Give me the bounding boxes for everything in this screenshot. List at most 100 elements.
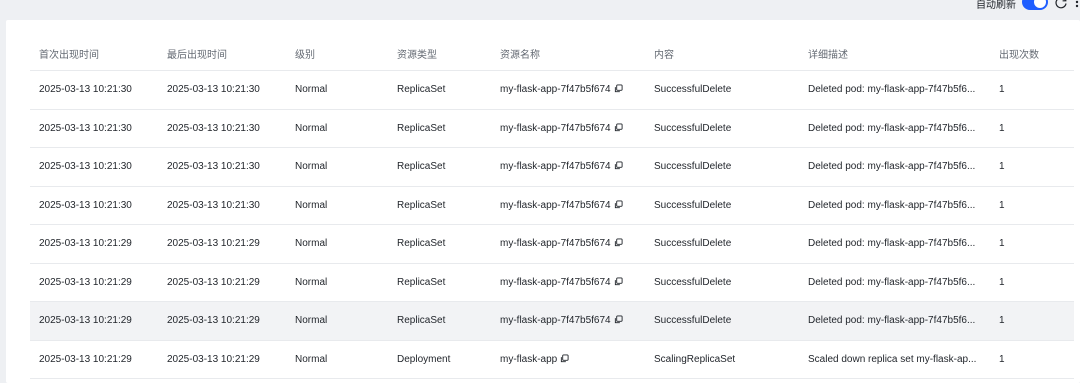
cell-resource-kind: Deployment	[388, 340, 491, 379]
copy-icon[interactable]	[614, 84, 623, 93]
cell-level: Normal	[286, 186, 388, 225]
column-header-first-seen[interactable]: 首次出现时间	[30, 36, 158, 71]
cell-reason: ScalingReplicaSet	[645, 340, 799, 379]
copy-icon[interactable]	[614, 161, 623, 170]
auto-refresh-label: 自动刷新	[976, 0, 1016, 11]
cell-last-seen: 2025-03-13 10:21:29	[158, 301, 286, 341]
cell-resource-kind: ReplicaSet	[388, 109, 491, 148]
resource-name-text: my-flask-app-7f47b5f674	[500, 161, 611, 173]
table-row[interactable]: 2025-03-13 10:21:29 2025-03-13 10:21:29 …	[30, 263, 1074, 302]
cell-first-seen: 2025-03-13 10:21:29	[30, 263, 158, 302]
cell-resource-kind: ReplicaSet	[388, 147, 491, 187]
column-header-count[interactable]: 出现次数	[990, 36, 1074, 71]
cell-message: Scaled down replica set my-flask-ap...	[799, 340, 990, 379]
table-row[interactable]: 2025-03-13 10:21:30 2025-03-13 10:21:30 …	[30, 109, 1074, 148]
table-row[interactable]: 2025-03-13 10:21:29 2025-03-13 10:21:29 …	[30, 340, 1074, 379]
table-row[interactable]: 2025-03-13 10:21:30 2025-03-13 10:21:30 …	[30, 186, 1074, 225]
cell-last-seen: 2025-03-13 10:21:30	[158, 186, 286, 225]
cell-count: 1	[990, 70, 1074, 110]
auto-refresh-toggle[interactable]	[1022, 0, 1048, 10]
cell-count: 1	[990, 263, 1074, 302]
table-row[interactable]: 2025-03-13 10:21:30 2025-03-13 10:21:30 …	[30, 70, 1074, 110]
resource-name-text: my-flask-app	[500, 353, 558, 365]
column-header-resource-kind[interactable]: 资源类型	[388, 36, 491, 71]
cell-resource-name: my-flask-app-7f47b5f674	[491, 186, 645, 225]
cell-count: 1	[990, 186, 1074, 225]
cell-reason: SuccessfulDelete	[645, 301, 799, 341]
cell-level: Normal	[286, 340, 388, 379]
cell-level: Normal	[286, 224, 388, 264]
cell-level: Normal	[286, 263, 388, 302]
header-row: 首次出现时间 最后出现时间 级别 资源类型 资源名称 内容 详细描述 出现次数	[30, 36, 1074, 71]
refresh-icon[interactable]	[1054, 0, 1068, 9]
events-panel: 首次出现时间 最后出现时间 级别 资源类型 资源名称 内容 详细描述 出现次数 …	[6, 20, 1080, 383]
table-row[interactable]: 2025-03-13 10:21:30 2025-03-13 10:21:30 …	[30, 147, 1074, 187]
cell-message: Deleted pod: my-flask-app-7f47b5f6...	[799, 263, 990, 302]
copy-icon[interactable]	[614, 238, 623, 247]
cell-level: Normal	[286, 147, 388, 187]
resource-name-text: my-flask-app-7f47b5f674	[500, 199, 611, 211]
toggle-knob	[1034, 0, 1046, 8]
column-header-resource-name[interactable]: 资源名称	[491, 36, 645, 71]
cell-resource-kind: ReplicaSet	[388, 263, 491, 302]
events-table: 首次出现时间 最后出现时间 级别 资源类型 资源名称 内容 详细描述 出现次数 …	[30, 36, 1074, 379]
cell-message: Deleted pod: my-flask-app-7f47b5f6...	[799, 109, 990, 148]
copy-icon[interactable]	[614, 277, 623, 286]
cell-resource-name: my-flask-app	[491, 340, 645, 379]
cell-resource-name: my-flask-app-7f47b5f674	[491, 109, 645, 148]
cell-first-seen: 2025-03-13 10:21:30	[30, 147, 158, 187]
cell-count: 1	[990, 340, 1074, 379]
cell-resource-name: my-flask-app-7f47b5f674	[491, 147, 645, 187]
copy-icon[interactable]	[614, 315, 623, 324]
column-header-level[interactable]: 级别	[286, 36, 388, 71]
cell-resource-kind: ReplicaSet	[388, 301, 491, 341]
cell-resource-name: my-flask-app-7f47b5f674	[491, 224, 645, 264]
cell-message: Deleted pod: my-flask-app-7f47b5f6...	[799, 147, 990, 187]
resource-name-text: my-flask-app-7f47b5f674	[500, 122, 611, 134]
cell-last-seen: 2025-03-13 10:21:29	[158, 263, 286, 302]
cell-last-seen: 2025-03-13 10:21:29	[158, 340, 286, 379]
cell-resource-name: my-flask-app-7f47b5f674	[491, 301, 645, 341]
cell-resource-kind: ReplicaSet	[388, 70, 491, 110]
cell-first-seen: 2025-03-13 10:21:29	[30, 340, 158, 379]
cell-reason: SuccessfulDelete	[645, 109, 799, 148]
cell-message: Deleted pod: my-flask-app-7f47b5f6...	[799, 186, 990, 225]
cell-level: Normal	[286, 109, 388, 148]
copy-icon[interactable]	[560, 354, 569, 363]
table-row[interactable]: 2025-03-13 10:21:29 2025-03-13 10:21:29 …	[30, 224, 1074, 264]
cell-level: Normal	[286, 301, 388, 341]
table-header: 首次出现时间 最后出现时间 级别 资源类型 资源名称 内容 详细描述 出现次数	[30, 36, 1074, 71]
cell-first-seen: 2025-03-13 10:21:29	[30, 224, 158, 264]
cell-last-seen: 2025-03-13 10:21:30	[158, 70, 286, 110]
cell-first-seen: 2025-03-13 10:21:30	[30, 70, 158, 110]
copy-icon[interactable]	[614, 123, 623, 132]
cell-last-seen: 2025-03-13 10:21:30	[158, 109, 286, 148]
column-header-message[interactable]: 详细描述	[799, 36, 990, 71]
cell-resource-kind: ReplicaSet	[388, 186, 491, 225]
table-row-hovered[interactable]: 2025-03-13 10:21:29 2025-03-13 10:21:29 …	[30, 301, 1074, 341]
cell-count: 1	[990, 224, 1074, 264]
column-header-last-seen[interactable]: 最后出现时间	[158, 36, 286, 71]
copy-icon[interactable]	[614, 200, 623, 209]
cell-reason: SuccessfulDelete	[645, 186, 799, 225]
cell-message: Deleted pod: my-flask-app-7f47b5f6...	[799, 224, 990, 264]
cell-resource-name: my-flask-app-7f47b5f674	[491, 263, 645, 302]
cell-count: 1	[990, 147, 1074, 187]
cell-last-seen: 2025-03-13 10:21:29	[158, 224, 286, 264]
cell-message: Deleted pod: my-flask-app-7f47b5f6...	[799, 70, 990, 110]
table-body: 2025-03-13 10:21:30 2025-03-13 10:21:30 …	[30, 70, 1074, 379]
cell-first-seen: 2025-03-13 10:21:30	[30, 186, 158, 225]
column-header-reason[interactable]: 内容	[645, 36, 799, 71]
cell-count: 1	[990, 301, 1074, 341]
cell-resource-name: my-flask-app-7f47b5f674	[491, 70, 645, 110]
resource-name-text: my-flask-app-7f47b5f674	[500, 84, 611, 96]
cell-count: 1	[990, 109, 1074, 148]
cell-message: Deleted pod: my-flask-app-7f47b5f6...	[799, 301, 990, 341]
more-icon[interactable]	[1074, 0, 1080, 9]
cell-last-seen: 2025-03-13 10:21:30	[158, 147, 286, 187]
cell-reason: SuccessfulDelete	[645, 147, 799, 187]
cell-resource-kind: ReplicaSet	[388, 224, 491, 264]
cell-first-seen: 2025-03-13 10:21:30	[30, 109, 158, 148]
cell-first-seen: 2025-03-13 10:21:29	[30, 301, 158, 341]
cell-reason: SuccessfulDelete	[645, 70, 799, 110]
